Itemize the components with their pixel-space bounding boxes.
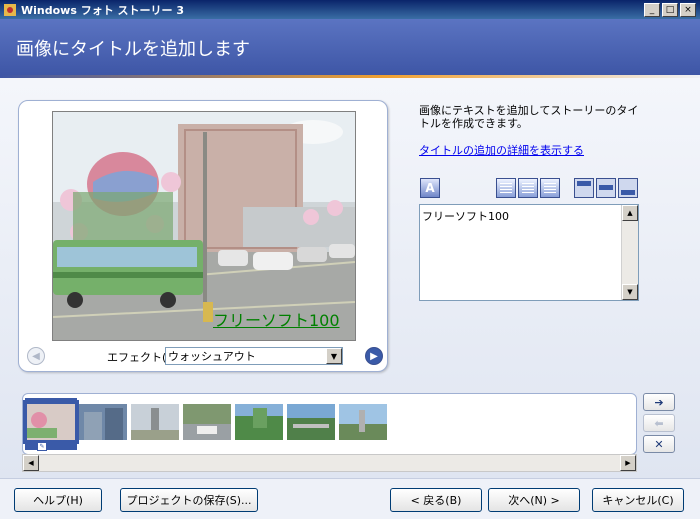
- position-middle-icon: [599, 185, 613, 190]
- title-bar: Windows フォト ストーリー 3 _ □ ×: [0, 0, 700, 19]
- filmstrip-thumbnail[interactable]: [23, 400, 79, 444]
- instruction-text: 画像にテキストを追加してストーリーのタイトルを作成できます。: [419, 104, 639, 130]
- minimize-button[interactable]: _: [644, 3, 660, 17]
- scroll-up-button[interactable]: ▲: [622, 205, 638, 221]
- thumbnail-image: [235, 404, 283, 440]
- left-arrow-icon: ⬅: [654, 416, 664, 430]
- preview-panel: フリーソフト100 ◀ エフェクト(E): ウォッシュアウト ▼ ▶: [18, 100, 388, 372]
- save-project-button[interactable]: プロジェクトの保存(S)...: [120, 488, 258, 512]
- filmstrip-thumbnail[interactable]: [79, 404, 127, 440]
- scroll-left-button[interactable]: ◀: [23, 455, 39, 471]
- thumbnail-image: [131, 404, 179, 440]
- window-controls: _ □ ×: [644, 3, 696, 17]
- filmstrip-thumbnail[interactable]: [235, 404, 283, 440]
- chevron-down-icon[interactable]: ▼: [326, 348, 342, 364]
- app-icon: [4, 3, 16, 16]
- align-center-button[interactable]: [518, 178, 538, 198]
- scroll-down-button[interactable]: ▼: [622, 284, 638, 300]
- filmstrip: ✎: [22, 393, 637, 455]
- move-right-button[interactable]: ➔: [643, 393, 675, 411]
- right-arrow-icon: ➔: [654, 395, 664, 409]
- x-icon: ✕: [654, 437, 664, 451]
- filmstrip-scrollbar[interactable]: ◀ ▶: [22, 454, 637, 472]
- next-image-button[interactable]: ▶: [365, 347, 383, 365]
- help-button[interactable]: ヘルプ(H): [14, 488, 102, 512]
- position-bottom-icon: [621, 190, 635, 195]
- footer-bar: ヘルプ(H) プロジェクトの保存(S)... < 戻る(B) 次へ(N) > キ…: [0, 478, 700, 519]
- effect-selected-value: ウォッシュアウト: [168, 350, 256, 363]
- edit-icon: ✎: [37, 442, 47, 451]
- remove-image-button[interactable]: ✕: [643, 435, 675, 453]
- align-right-button[interactable]: [540, 178, 560, 198]
- maximize-button[interactable]: □: [662, 3, 678, 17]
- align-left-icon: [500, 183, 512, 193]
- right-arrow-circle-icon: ▶: [370, 350, 378, 362]
- cancel-button[interactable]: キャンセル(C): [592, 488, 684, 512]
- effect-dropdown[interactable]: ウォッシュアウト ▼: [165, 347, 343, 365]
- title-overlay-text[interactable]: フリーソフト100: [213, 307, 340, 331]
- position-bottom-button[interactable]: [618, 178, 638, 198]
- left-arrow-circle-icon: ◀: [32, 350, 40, 362]
- align-center-icon: [522, 183, 534, 193]
- scroll-right-button[interactable]: ▶: [620, 455, 636, 471]
- text-scrollbar[interactable]: ▲ ▼: [621, 205, 638, 300]
- photo-scene: [53, 112, 355, 340]
- title-help-link[interactable]: タイトルの追加の詳細を表示する: [419, 142, 584, 158]
- position-top-button[interactable]: [574, 178, 594, 198]
- title-text-value: フリーソフト100: [422, 210, 509, 223]
- title-text-input[interactable]: フリーソフト100 ▲ ▼: [419, 204, 639, 301]
- position-top-icon: [577, 181, 591, 186]
- thumbnail-image: [79, 404, 127, 440]
- filmstrip-thumbnail[interactable]: [287, 404, 335, 440]
- move-left-button[interactable]: ⬅: [643, 414, 675, 432]
- previous-image-button[interactable]: ◀: [27, 347, 45, 365]
- close-button[interactable]: ×: [680, 3, 696, 17]
- next-button[interactable]: 次へ(N) >: [488, 488, 580, 512]
- filmstrip-thumbnail[interactable]: [131, 404, 179, 440]
- back-button[interactable]: < 戻る(B): [390, 488, 482, 512]
- align-right-icon: [544, 183, 556, 193]
- font-button[interactable]: A: [420, 178, 440, 198]
- filmstrip-thumbnail[interactable]: [339, 404, 387, 440]
- position-middle-button[interactable]: [596, 178, 616, 198]
- font-icon: A: [425, 181, 435, 195]
- page-title: 画像にタイトルを追加します: [16, 39, 250, 60]
- page-header: 画像にタイトルを追加します: [0, 19, 700, 75]
- thumbnail-image: [339, 404, 387, 440]
- align-left-button[interactable]: [496, 178, 516, 198]
- preview-image: フリーソフト100: [52, 111, 356, 341]
- filmstrip-thumbnail[interactable]: [183, 404, 231, 440]
- photo-story-window: Windows フォト ストーリー 3 _ □ × 画像にタイトルを追加します: [0, 0, 700, 519]
- thumbnail-image: [287, 404, 335, 440]
- thumbnail-image: [183, 404, 231, 440]
- window-title: Windows フォト ストーリー 3: [21, 3, 185, 17]
- thumbnail-image: [27, 404, 75, 440]
- main-content: フリーソフト100 ◀ エフェクト(E): ウォッシュアウト ▼ ▶ 画像にテキ…: [0, 78, 700, 478]
